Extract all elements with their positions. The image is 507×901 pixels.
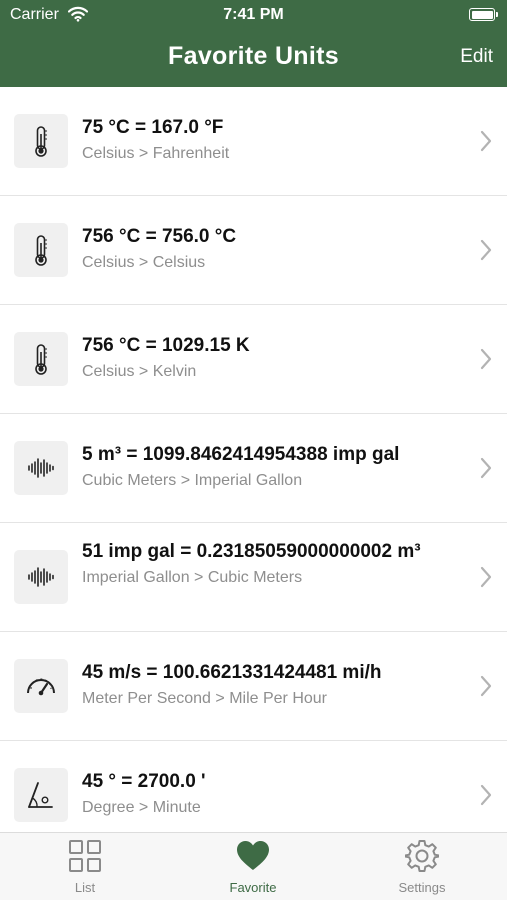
waveform-icon [14, 441, 68, 495]
conversion-result: 756 °C = 1029.15 K [82, 335, 250, 356]
chevron-right-icon [480, 566, 492, 588]
list-item[interactable]: 756 °C = 1029.15 K Celsius > Kelvin [0, 305, 507, 414]
list-item[interactable]: 75 °C = 167.0 °F Celsius > Fahrenheit [0, 87, 507, 196]
favorites-list: 75 °C = 167.0 °F Celsius > Fahrenheit 75… [0, 87, 507, 832]
row-text: 51 imp gal = 0.23185059000000002 m³ Impe… [82, 539, 459, 587]
row-text: 45 m/s = 100.6621331424481 mi/h Meter Pe… [82, 660, 459, 708]
tab-label: Favorite [229, 880, 277, 895]
thermometer-icon [14, 114, 68, 168]
speedometer-icon [14, 659, 68, 713]
list-item[interactable]: 756 °C = 756.0 °C Celsius > Celsius [0, 196, 507, 305]
chevron-right-icon [480, 130, 492, 152]
tab-favorite[interactable]: Favorite [193, 833, 313, 901]
conversion-result: 75 °C = 167.0 °F [82, 117, 224, 138]
tab-label: List [74, 880, 96, 895]
conversion-units: Meter Per Second > Mile Per Hour [82, 690, 327, 707]
waveform-icon [14, 550, 68, 604]
row-text: 75 °C = 167.0 °F Celsius > Fahrenheit [82, 115, 459, 163]
status-bar: Carrier 7:41 PM [0, 0, 507, 30]
navigation-bar: Carrier 7:41 PM Favorite Units Edit [0, 0, 507, 87]
thermometer-icon [14, 223, 68, 277]
chevron-right-icon [480, 348, 492, 370]
tab-label: Settings [398, 880, 446, 895]
row-text: 756 °C = 1029.15 K Celsius > Kelvin [82, 333, 459, 381]
thermometer-icon [14, 332, 68, 386]
conversion-units: Celsius > Kelvin [82, 363, 197, 380]
gear-icon [405, 840, 439, 872]
conversion-units: Celsius > Celsius [82, 254, 206, 271]
battery-icon [469, 8, 498, 21]
chevron-right-icon [480, 457, 492, 479]
conversion-units: Celsius > Fahrenheit [82, 145, 230, 162]
grid-icon [69, 840, 101, 872]
chevron-right-icon [480, 239, 492, 261]
edit-button[interactable]: Edit [460, 46, 493, 68]
chevron-right-icon [480, 784, 492, 806]
row-text: 5 m³ = 1099.8462414954388 imp gal Cubic … [82, 442, 459, 490]
list-item[interactable]: 45 ° = 2700.0 ' Degree > Minute [0, 741, 507, 832]
row-text: 45 ° = 2700.0 ' Degree > Minute [82, 769, 459, 817]
chevron-right-icon [480, 675, 492, 697]
heart-icon [237, 841, 269, 870]
tab-bar: List Favorite Settings [0, 832, 507, 900]
list-item[interactable]: 51 imp gal = 0.23185059000000002 m³ Impe… [0, 523, 507, 632]
conversion-result: 51 imp gal = 0.23185059000000002 m³ [82, 541, 421, 562]
list-item[interactable]: 5 m³ = 1099.8462414954388 imp gal Cubic … [0, 414, 507, 523]
tab-settings[interactable]: Settings [362, 833, 482, 901]
conversion-result: 45 m/s = 100.6621331424481 mi/h [82, 662, 382, 683]
row-text: 756 °C = 756.0 °C Celsius > Celsius [82, 224, 459, 272]
conversion-units: Imperial Gallon > Cubic Meters [82, 569, 303, 586]
page-title: Favorite Units [168, 42, 339, 70]
status-time: 7:41 PM [223, 6, 284, 23]
angle-icon [14, 768, 68, 822]
conversion-result: 5 m³ = 1099.8462414954388 imp gal [82, 444, 400, 465]
conversion-result: 45 ° = 2700.0 ' [82, 771, 206, 792]
conversion-result: 756 °C = 756.0 °C [82, 226, 237, 247]
tab-list[interactable]: List [25, 833, 145, 901]
conversion-units: Cubic Meters > Imperial Gallon [82, 472, 303, 489]
list-item[interactable]: 45 m/s = 100.6621331424481 mi/h Meter Pe… [0, 632, 507, 741]
conversion-units: Degree > Minute [82, 799, 201, 816]
